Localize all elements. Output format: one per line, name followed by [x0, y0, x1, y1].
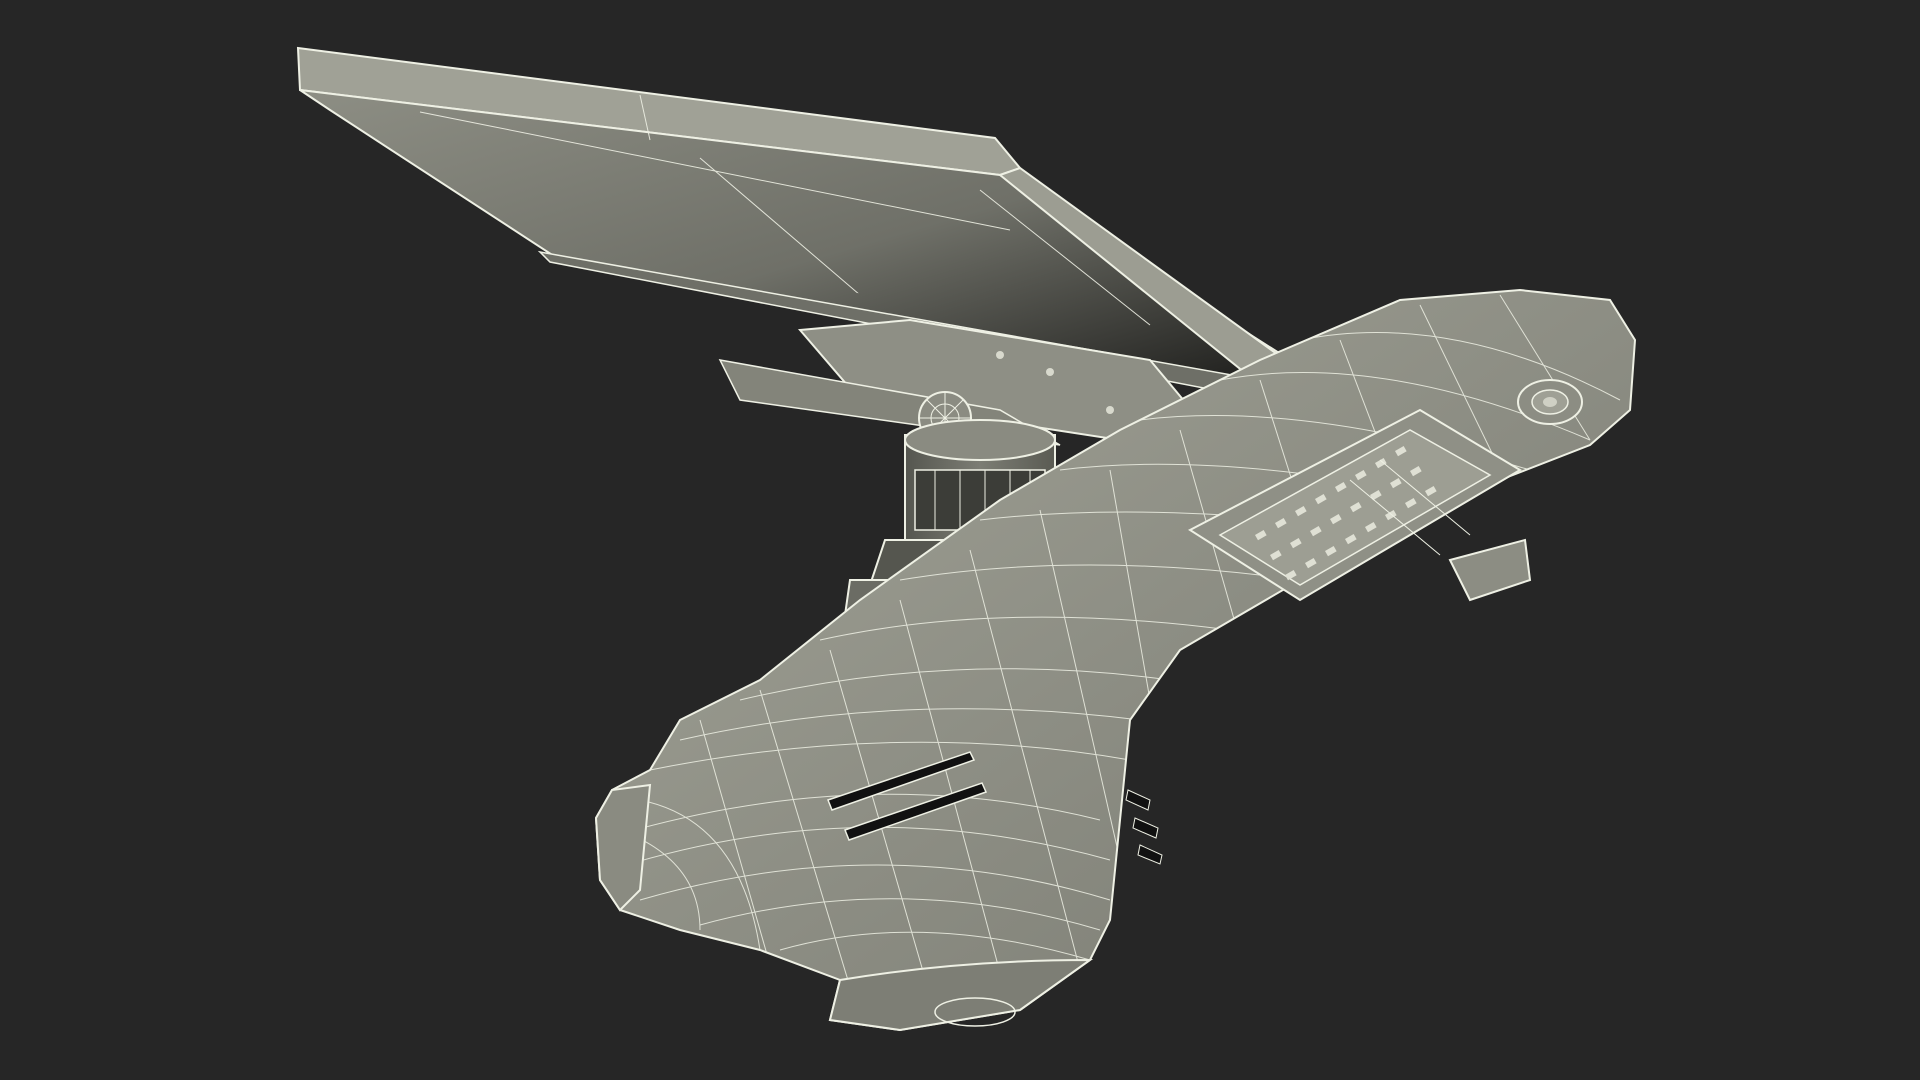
sensor-dome	[1517, 379, 1583, 425]
render-viewport	[0, 0, 1920, 1080]
panel-edge-flap	[1448, 538, 1532, 602]
solar-street-light-wireframe-icon	[296, 46, 1637, 1032]
solar-panel	[296, 46, 1294, 396]
